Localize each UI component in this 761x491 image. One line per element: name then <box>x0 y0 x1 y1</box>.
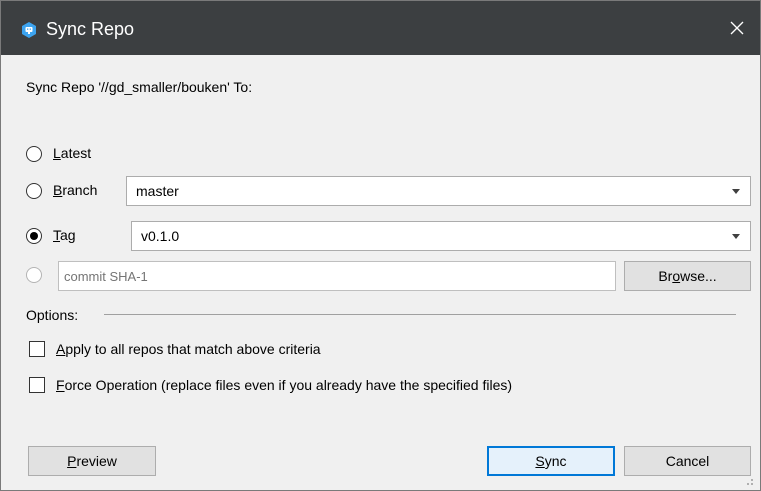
options-separator <box>104 314 736 315</box>
radio-latest-label[interactable]: Latest <box>53 145 91 161</box>
label-part: atest <box>60 145 92 161</box>
radio-latest[interactable] <box>26 146 42 162</box>
resize-grip-icon[interactable] <box>744 476 754 486</box>
commit-sha-input[interactable] <box>58 261 616 291</box>
label-part: ag <box>60 227 76 243</box>
branch-select[interactable]: master <box>126 176 751 206</box>
close-icon <box>730 21 744 35</box>
label-part: ync <box>544 453 567 469</box>
mnemonic: L <box>53 145 61 161</box>
label-part: Br <box>658 268 673 284</box>
label-part: ranch <box>62 182 98 198</box>
radio-branch[interactable] <box>26 183 42 199</box>
radio-commit[interactable] <box>26 267 42 283</box>
tag-select-value: v0.1.0 <box>141 228 180 244</box>
mnemonic: A <box>56 341 66 357</box>
dialog-header: Sync Repo '//gd_smaller/bouken' To: <box>26 79 253 95</box>
label-part: wse... <box>680 268 717 284</box>
label-part: pply to all repos that match above crite… <box>65 341 321 357</box>
mnemonic: B <box>53 182 63 198</box>
options-label: Options: <box>26 307 79 323</box>
sync-repo-dialog: Sync Repo Sync Repo '//gd_smaller/bouken… <box>0 0 761 491</box>
window-title: Sync Repo <box>46 19 135 39</box>
dialog-body: Sync Repo '//gd_smaller/bouken' To: Late… <box>1 55 760 490</box>
tag-select[interactable]: v0.1.0 <box>131 221 751 251</box>
radio-tag-label[interactable]: Tag <box>53 227 76 243</box>
radio-tag[interactable] <box>26 228 42 244</box>
label-part: orce Operation (replace files even if yo… <box>64 377 513 393</box>
chevron-down-icon <box>732 189 740 194</box>
mnemonic: o <box>672 268 681 284</box>
force-operation-label[interactable]: Force Operation (replace files even if y… <box>56 377 512 393</box>
label-part: review <box>76 453 117 469</box>
mnemonic: T <box>53 227 60 243</box>
sync-button[interactable]: Sync <box>487 446 615 476</box>
apply-all-checkbox[interactable] <box>29 341 45 357</box>
close-button[interactable] <box>714 1 760 55</box>
preview-button[interactable]: Preview <box>28 446 156 476</box>
title-bar[interactable]: Sync Repo <box>1 1 760 55</box>
branch-select-value: master <box>136 183 179 199</box>
chevron-down-icon <box>732 234 740 239</box>
force-operation-checkbox[interactable] <box>29 377 45 393</box>
mnemonic: S <box>535 453 545 469</box>
browse-button[interactable]: Browse... <box>624 261 751 291</box>
mnemonic: F <box>56 377 65 393</box>
app-icon <box>22 22 36 38</box>
radio-branch-label[interactable]: Branch <box>53 182 97 198</box>
cancel-button[interactable]: Cancel <box>624 446 751 476</box>
apply-all-label[interactable]: Apply to all repos that match above crit… <box>56 341 321 357</box>
